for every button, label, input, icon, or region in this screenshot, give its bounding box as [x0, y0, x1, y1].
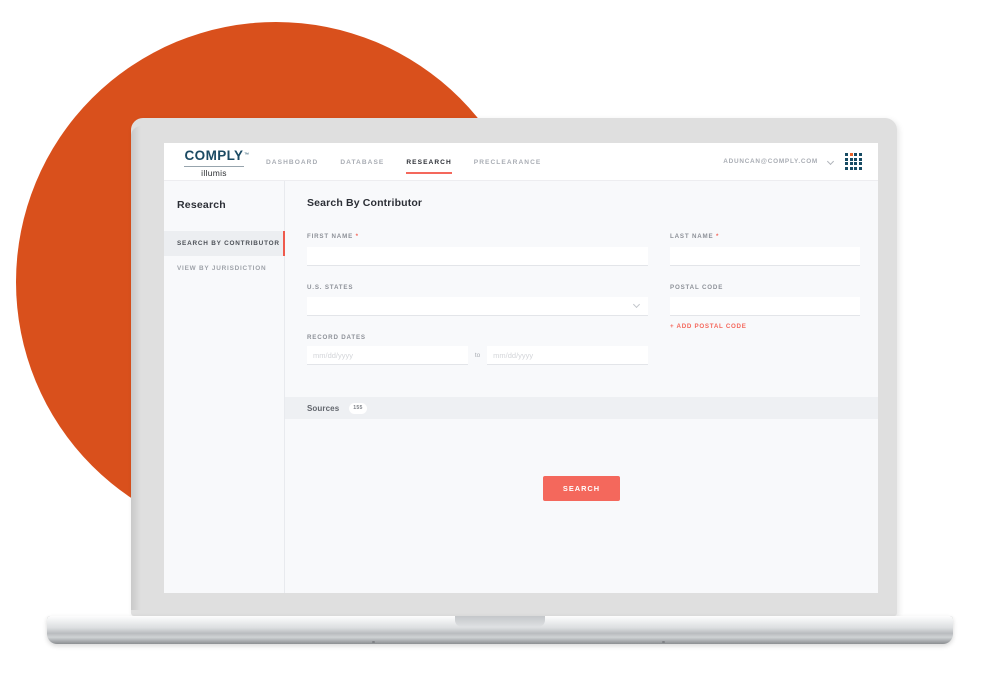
- nav-item-dashboard[interactable]: DASHBOARD: [266, 143, 318, 180]
- sources-accordion[interactable]: Sources 155: [285, 397, 878, 419]
- grid-cell: [858, 166, 862, 170]
- required-asterisk: *: [355, 233, 359, 240]
- grid-cell: [854, 157, 858, 161]
- main-navigation: DASHBOARD DATABASE RESEARCH PRECLEARANCE: [266, 143, 541, 180]
- form-column-left: FIRST NAME * U.S. STATES RECORD DATES mm…: [307, 233, 648, 383]
- main-content: Search By Contributor FIRST NAME * U.S. …: [285, 181, 878, 593]
- last-name-label-text: LAST NAME: [670, 233, 714, 240]
- first-name-label-text: FIRST NAME: [307, 233, 354, 240]
- brand-logo-wordmark: COMPLY ™: [184, 147, 249, 163]
- grid-cell: [858, 157, 862, 161]
- last-name-input[interactable]: [670, 246, 860, 266]
- record-dates-label: RECORD DATES: [307, 334, 366, 341]
- field-us-states: U.S. STATES: [307, 283, 648, 316]
- laptop-trackpad-notch: [455, 616, 545, 627]
- brand-logo-text: COMPLY: [184, 147, 244, 163]
- sources-count-badge: 155: [349, 402, 367, 414]
- brand-logo[interactable]: COMPLY ™ illumis: [176, 146, 252, 178]
- required-asterisk: *: [716, 233, 720, 240]
- app-grid-icon[interactable]: [845, 153, 862, 170]
- grid-cell: [845, 166, 849, 170]
- grid-cell: [849, 157, 853, 161]
- sidebar: Research SEARCH BY CONTRIBUTOR VIEW BY J…: [164, 181, 285, 593]
- first-name-label: FIRST NAME *: [307, 233, 648, 240]
- search-button[interactable]: SEARCH: [542, 476, 621, 501]
- nav-item-database[interactable]: DATABASE: [340, 143, 384, 180]
- brand-logo-subtext: illumis: [201, 167, 227, 178]
- sidebar-title: Research: [177, 199, 226, 211]
- laptop-lid-shadow: [131, 126, 141, 610]
- record-date-from-input[interactable]: [307, 346, 468, 365]
- postal-code-input[interactable]: [670, 297, 860, 316]
- search-button-row: SEARCH: [285, 476, 878, 501]
- screenshot-stage: COMPLY ™ illumis DASHBOARD DATABASE RESE…: [0, 0, 1000, 685]
- grid-cell: [849, 166, 853, 170]
- nav-item-preclearance[interactable]: PRECLEARANCE: [474, 143, 542, 180]
- laptop-screen: COMPLY ™ illumis DASHBOARD DATABASE RESE…: [164, 143, 878, 593]
- grid-cell: [858, 153, 862, 157]
- search-form: FIRST NAME * U.S. STATES RECORD DATES mm…: [285, 233, 878, 383]
- grid-cell: [858, 162, 862, 166]
- grid-cell: [854, 162, 858, 166]
- trademark-icon: ™: [244, 151, 250, 158]
- laptop-foot: [662, 641, 665, 643]
- field-postal-code: POSTAL CODE: [670, 283, 860, 316]
- brand-logo-divider: [184, 165, 244, 167]
- us-states-select[interactable]: [307, 297, 648, 316]
- app-body: Research SEARCH BY CONTRIBUTOR VIEW BY J…: [164, 181, 878, 593]
- grid-cell: [854, 153, 858, 157]
- last-name-label: LAST NAME *: [670, 233, 860, 240]
- date-range-separator: to: [474, 352, 481, 359]
- grid-cell: [849, 162, 853, 166]
- field-last-name: LAST NAME *: [670, 233, 860, 266]
- field-record-dates: RECORD DATES to: [307, 334, 648, 365]
- sidebar-item-search-by-contributor[interactable]: SEARCH BY CONTRIBUTOR: [164, 231, 285, 256]
- page-title: Search By Contributor: [307, 197, 423, 209]
- laptop-foot: [372, 641, 375, 643]
- first-name-input[interactable]: [307, 246, 648, 266]
- grid-cell: [845, 162, 849, 166]
- sidebar-item-view-by-jurisdiction[interactable]: VIEW BY JURISDICTION: [164, 256, 284, 281]
- nav-item-research[interactable]: RESEARCH: [406, 143, 453, 180]
- sources-label: Sources: [307, 403, 340, 413]
- grid-cell-highlight: [849, 153, 853, 157]
- form-column-right: LAST NAME * POSTAL CODE + ADD POSTAL COD…: [670, 233, 860, 383]
- add-postal-code-link[interactable]: + ADD POSTAL CODE: [670, 323, 860, 330]
- grid-cell: [845, 153, 849, 157]
- record-date-to-input[interactable]: [487, 346, 648, 365]
- header-right-group: ADUNCAN@COMPLY.COM: [723, 153, 862, 170]
- us-states-label: U.S. STATES: [307, 283, 354, 291]
- field-first-name: FIRST NAME *: [307, 233, 648, 266]
- record-dates-row: to: [307, 346, 648, 365]
- grid-cell: [854, 166, 858, 170]
- user-email-label[interactable]: ADUNCAN@COMPLY.COM: [723, 158, 818, 165]
- postal-code-label: POSTAL CODE: [670, 283, 724, 291]
- app-header: COMPLY ™ illumis DASHBOARD DATABASE RESE…: [164, 143, 878, 181]
- chevron-down-icon[interactable]: [828, 158, 835, 165]
- us-states-select-wrap[interactable]: [307, 296, 648, 316]
- grid-cell: [845, 157, 849, 161]
